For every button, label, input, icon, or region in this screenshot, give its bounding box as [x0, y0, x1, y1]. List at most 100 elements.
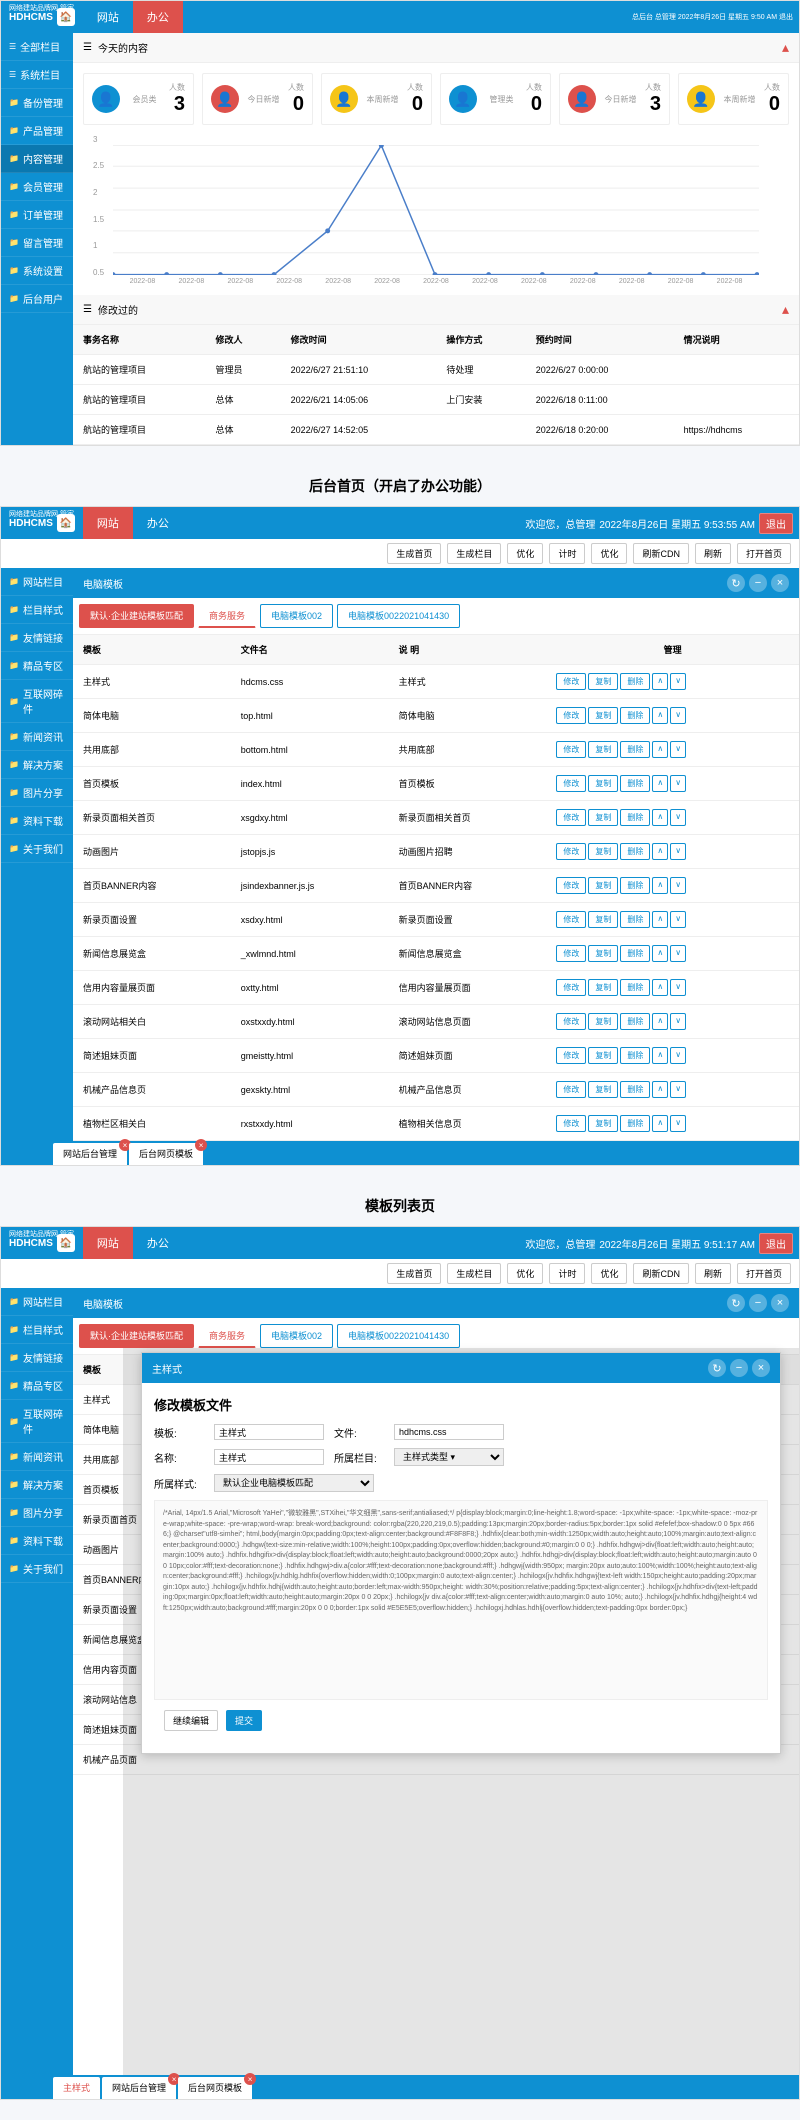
refresh-icon[interactable]: ↻: [727, 574, 745, 592]
minimize-icon[interactable]: −: [749, 574, 767, 592]
tab-item[interactable]: 商务服务: [198, 604, 256, 628]
tab-item[interactable]: 电脑模板002: [260, 1324, 333, 1348]
sidebar-item[interactable]: ☰全部栏目: [1, 33, 73, 61]
sidebar-item[interactable]: 📁新闻资讯: [1, 1443, 73, 1471]
sidebar-item[interactable]: 📁产品管理: [1, 117, 73, 145]
up-button[interactable]: ∧: [652, 1047, 668, 1064]
sidebar-item[interactable]: 📁精品专区: [1, 1372, 73, 1400]
close-tab-icon[interactable]: ×: [195, 1139, 207, 1151]
refresh-icon[interactable]: ↻: [727, 1294, 745, 1312]
up-button[interactable]: ∧: [652, 877, 668, 894]
tab-item[interactable]: 商务服务: [198, 1324, 256, 1348]
sidebar-item[interactable]: 📁图片分享: [1, 779, 73, 807]
sidebar-item[interactable]: 📁会员管理: [1, 173, 73, 201]
action-button[interactable]: 复制: [588, 911, 618, 928]
down-button[interactable]: ∨: [670, 911, 686, 928]
down-button[interactable]: ∨: [670, 843, 686, 860]
toolbar-button[interactable]: 计时: [549, 1263, 585, 1284]
action-button[interactable]: 复制: [588, 945, 618, 962]
minimize-icon[interactable]: −: [730, 1359, 748, 1377]
sidebar-item[interactable]: 📁订单管理: [1, 201, 73, 229]
sidebar-item[interactable]: 📁资料下载: [1, 1527, 73, 1555]
nav-tab-office[interactable]: 办公: [133, 1227, 183, 1259]
down-button[interactable]: ∨: [670, 1013, 686, 1030]
toolbar-button[interactable]: 打开首页: [737, 1263, 791, 1284]
down-button[interactable]: ∨: [670, 809, 686, 826]
sidebar-item[interactable]: 📁图片分享: [1, 1499, 73, 1527]
toolbar-button[interactable]: 生成栏目: [447, 1263, 501, 1284]
bottom-tab[interactable]: 网站后台管理×: [102, 2077, 176, 2099]
action-button[interactable]: 删除: [620, 877, 650, 894]
down-button[interactable]: ∨: [670, 741, 686, 758]
tab-item[interactable]: 默认·企业建站模板匹配: [79, 604, 194, 628]
sidebar-item[interactable]: 📁友情链接: [1, 624, 73, 652]
action-button[interactable]: 复制: [588, 707, 618, 724]
action-button[interactable]: 删除: [620, 945, 650, 962]
input-file[interactable]: [394, 1424, 504, 1440]
action-button[interactable]: 复制: [588, 673, 618, 690]
close-icon[interactable]: ×: [752, 1359, 770, 1377]
sidebar-item[interactable]: 📁栏目样式: [1, 1316, 73, 1344]
sidebar-item[interactable]: 📁备份管理: [1, 89, 73, 117]
action-button[interactable]: 删除: [620, 775, 650, 792]
collapse-icon[interactable]: ▴: [782, 301, 789, 318]
sidebar-item[interactable]: 📁内容管理: [1, 145, 73, 173]
toolbar-button[interactable]: 生成首页: [387, 543, 441, 564]
action-button[interactable]: 删除: [620, 741, 650, 758]
action-button[interactable]: 修改: [556, 979, 586, 996]
action-button[interactable]: 修改: [556, 707, 586, 724]
bottom-tab[interactable]: 后台网页模板×: [178, 2077, 252, 2099]
sidebar-item[interactable]: ☰系统栏目: [1, 61, 73, 89]
select-type[interactable]: 主样式类型 ▾: [394, 1448, 504, 1466]
down-button[interactable]: ∨: [670, 673, 686, 690]
up-button[interactable]: ∧: [652, 809, 668, 826]
sidebar-item[interactable]: 📁互联网碎件: [1, 1400, 73, 1443]
action-button[interactable]: 删除: [620, 707, 650, 724]
action-button[interactable]: 修改: [556, 1013, 586, 1030]
action-button[interactable]: 复制: [588, 843, 618, 860]
close-icon[interactable]: ×: [771, 574, 789, 592]
action-button[interactable]: 复制: [588, 1013, 618, 1030]
action-button[interactable]: 复制: [588, 1115, 618, 1132]
nav-tab-office[interactable]: 办公: [133, 507, 183, 539]
tab-item[interactable]: 电脑模板002: [260, 604, 333, 628]
action-button[interactable]: 修改: [556, 1081, 586, 1098]
down-button[interactable]: ∨: [670, 775, 686, 792]
sidebar-item[interactable]: 📁新闻资讯: [1, 723, 73, 751]
down-button[interactable]: ∨: [670, 1081, 686, 1098]
sidebar-item[interactable]: 📁互联网碎件: [1, 680, 73, 723]
action-button[interactable]: 删除: [620, 809, 650, 826]
down-button[interactable]: ∨: [670, 1047, 686, 1064]
action-button[interactable]: 复制: [588, 1047, 618, 1064]
action-button[interactable]: 修改: [556, 741, 586, 758]
toolbar-button[interactable]: 刷新CDN: [633, 1263, 689, 1284]
down-button[interactable]: ∨: [670, 707, 686, 724]
collapse-icon[interactable]: ▴: [782, 39, 789, 56]
action-button[interactable]: 修改: [556, 775, 586, 792]
action-button[interactable]: 修改: [556, 1115, 586, 1132]
sidebar-item[interactable]: 📁网站栏目: [1, 1288, 73, 1316]
close-icon[interactable]: ×: [771, 1294, 789, 1312]
sidebar-item[interactable]: 📁解决方案: [1, 1471, 73, 1499]
action-button[interactable]: 复制: [588, 979, 618, 996]
nav-tab-web[interactable]: 网站: [83, 1227, 133, 1259]
action-button[interactable]: 删除: [620, 1013, 650, 1030]
bottom-tab[interactable]: 后台网页模板×: [129, 1143, 203, 1165]
down-button[interactable]: ∨: [670, 1115, 686, 1132]
toolbar-button[interactable]: 刷新: [695, 543, 731, 564]
close-tab-icon[interactable]: ×: [244, 2073, 256, 2085]
sidebar-item[interactable]: 📁友情链接: [1, 1344, 73, 1372]
down-button[interactable]: ∨: [670, 877, 686, 894]
action-button[interactable]: 删除: [620, 1081, 650, 1098]
input-name[interactable]: [214, 1449, 324, 1465]
sidebar-item[interactable]: 📁栏目样式: [1, 596, 73, 624]
toolbar-button[interactable]: 优化: [507, 543, 543, 564]
action-button[interactable]: 删除: [620, 979, 650, 996]
up-button[interactable]: ∧: [652, 843, 668, 860]
action-button[interactable]: 复制: [588, 741, 618, 758]
submit-button[interactable]: 提交: [226, 1710, 262, 1731]
bottom-tab[interactable]: 网站后台管理×: [53, 1143, 127, 1165]
up-button[interactable]: ∧: [652, 979, 668, 996]
input-template[interactable]: [214, 1424, 324, 1440]
tab-item[interactable]: 电脑模板0022021041430: [337, 1324, 460, 1348]
